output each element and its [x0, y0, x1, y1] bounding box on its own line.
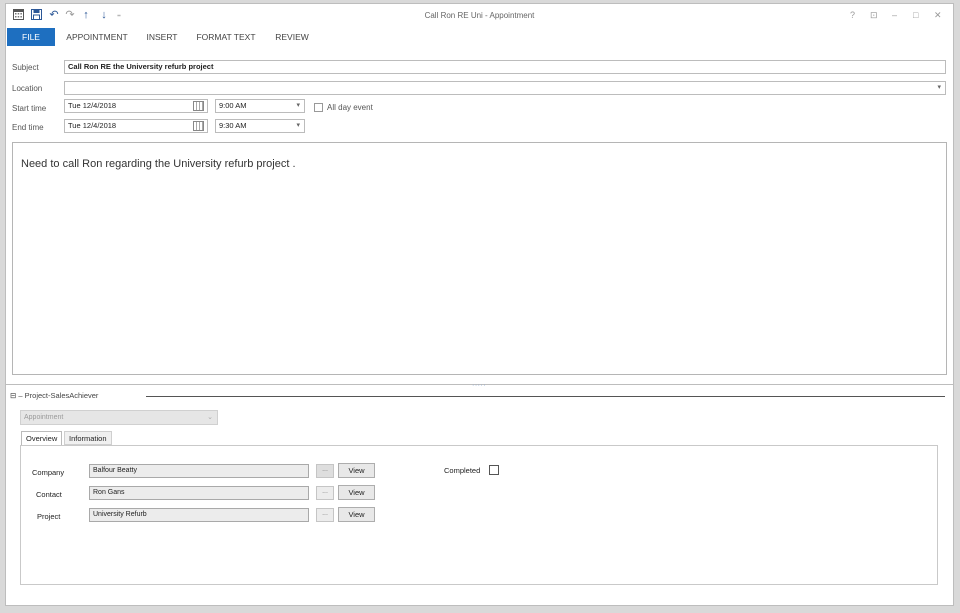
location-field[interactable]: ▾ [64, 81, 946, 95]
addin-title: – Project-SalesAchiever [18, 391, 99, 400]
company-lookup-button[interactable]: ... [316, 464, 334, 478]
item-type-select[interactable]: Appointment ⌄ [20, 410, 218, 425]
end-time-value: 9:30 AM [219, 121, 247, 130]
close-icon[interactable]: ✕ [934, 10, 942, 21]
end-date-value: Tue 12/4/2018 [68, 121, 117, 130]
help-icon[interactable]: ? [850, 10, 855, 20]
company-view-button[interactable]: View [338, 463, 375, 478]
collapse-icon[interactable]: ⊟ [10, 391, 16, 400]
addin-header: ⊟ – Project-SalesAchiever [10, 391, 98, 400]
title-bar: ↶ ↷ ↑ ↓ ₌ Call Ron RE Uni - Appointment … [6, 4, 953, 26]
company-label: Company [32, 468, 65, 477]
chevron-down-icon[interactable]: ⌄ [207, 411, 213, 424]
project-lookup-button[interactable]: ... [316, 508, 334, 522]
ribbon-tabs: FILE APPOINTMENT INSERT FORMAT TEXT REVI… [6, 28, 953, 46]
end-date-field[interactable]: Tue 12/4/2018 [64, 119, 208, 133]
project-label: Project [37, 512, 61, 521]
subject-label: Subject [12, 63, 39, 72]
contact-lookup-button[interactable]: ... [316, 486, 334, 500]
minimize-icon[interactable]: – [892, 10, 897, 20]
chevron-down-icon[interactable]: ▾ [296, 120, 300, 132]
window-title: Call Ron RE Uni - Appointment [424, 11, 535, 20]
splitter-grip[interactable]: ····· [472, 382, 486, 389]
contact-field[interactable]: Ron Gans [89, 486, 309, 500]
chevron-down-icon[interactable]: ▾ [937, 82, 941, 94]
tab-insert[interactable]: INSERT [142, 28, 182, 46]
appointment-body[interactable]: Need to call Ron regarding the Universit… [12, 142, 947, 375]
tab-format-text[interactable]: FORMAT TEXT [194, 28, 258, 46]
appointment-window: ↶ ↷ ↑ ↓ ₌ Call Ron RE Uni - Appointment … [5, 3, 954, 606]
contact-view-button[interactable]: View [338, 485, 375, 500]
start-time-label: Start time [12, 104, 47, 113]
company-field[interactable]: Balfour Beatty [89, 464, 309, 478]
completed-checkbox[interactable] [489, 465, 499, 475]
body-text: Need to call Ron regarding the Universit… [21, 158, 296, 170]
completed-label: Completed [444, 466, 481, 475]
addin-divider [146, 396, 945, 397]
calendar-picker-icon[interactable] [193, 121, 204, 131]
overview-panel: Company Balfour Beatty ... View Complete… [20, 445, 938, 585]
start-date-field[interactable]: Tue 12/4/2018 [64, 99, 208, 113]
item-type-value: Appointment [24, 414, 64, 421]
subject-field[interactable]: Call Ron RE the University refurb projec… [64, 60, 946, 74]
ribbon-display-icon[interactable]: ⊡ [870, 10, 878, 21]
start-date-value: Tue 12/4/2018 [68, 101, 117, 110]
end-time-label: End time [12, 123, 44, 132]
tab-file[interactable]: FILE [7, 28, 55, 46]
all-day-checkbox[interactable] [314, 103, 323, 112]
tab-overview[interactable]: Overview [21, 431, 63, 446]
chevron-down-icon[interactable]: ▾ [296, 100, 300, 112]
all-day-label: All day event [327, 103, 373, 112]
tab-information[interactable]: Information [64, 431, 112, 445]
tab-appointment[interactable]: APPOINTMENT [62, 28, 132, 46]
location-label: Location [12, 84, 43, 93]
maximize-icon[interactable]: □ [913, 10, 918, 20]
project-field[interactable]: University Refurb [89, 508, 309, 522]
tab-review[interactable]: REVIEW [272, 28, 312, 46]
end-time-field[interactable]: 9:30 AM ▾ [215, 119, 305, 133]
start-time-value: 9:00 AM [219, 101, 247, 110]
calendar-picker-icon[interactable] [193, 101, 204, 111]
start-time-field[interactable]: 9:00 AM ▾ [215, 99, 305, 113]
contact-label: Contact [36, 490, 62, 499]
project-view-button[interactable]: View [338, 507, 375, 522]
